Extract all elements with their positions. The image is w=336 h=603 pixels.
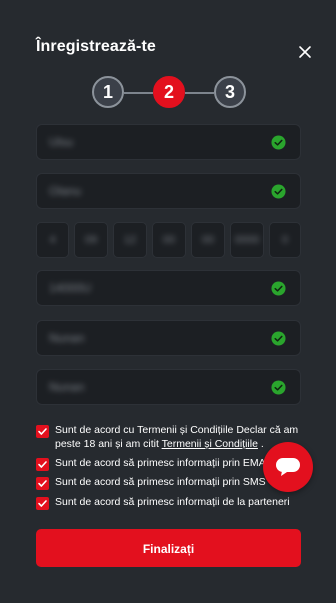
- terms-link[interactable]: Termenii și Condițiile: [162, 438, 258, 450]
- finish-button[interactable]: Finalizați: [36, 529, 301, 567]
- date-of-birth-fields: 4 09 12 00 00 0000 0: [36, 222, 301, 258]
- step-3[interactable]: 3: [214, 76, 246, 108]
- step-connector: [185, 92, 214, 94]
- terms-consent-text: Sunt de acord cu Termenii și Condițiile …: [55, 424, 299, 450]
- field-value: Nunan: [49, 380, 85, 394]
- check-circle-icon: [271, 331, 286, 346]
- partners-consent-label: Sunt de acord să primesc informații de l…: [55, 496, 290, 508]
- check-circle-icon: [271, 135, 286, 150]
- email-consent-label: Sunt de acord să primesc informații prin…: [55, 457, 275, 469]
- close-icon[interactable]: [297, 44, 313, 60]
- live-chat-button[interactable]: [263, 442, 313, 492]
- last-name-field[interactable]: Olanu: [36, 173, 301, 209]
- partners-consent-checkbox[interactable]: [36, 497, 49, 510]
- check-circle-icon: [271, 184, 286, 199]
- field-value: Ulsu: [49, 135, 74, 149]
- date-part-field[interactable]: 0000: [230, 222, 264, 258]
- step-1[interactable]: 1: [92, 76, 124, 108]
- checkmark-icon: [38, 461, 47, 468]
- step-connector: [124, 92, 153, 94]
- address-field[interactable]: Nunan: [36, 320, 301, 356]
- field-value: 14000U: [49, 281, 92, 295]
- first-name-field[interactable]: Ulsu: [36, 124, 301, 160]
- checkmark-icon: [38, 428, 47, 435]
- date-part-field[interactable]: 12: [113, 222, 147, 258]
- date-part-field[interactable]: 0: [269, 222, 301, 258]
- checkmark-icon: [38, 500, 47, 507]
- sms-consent-label: Sunt de acord să primesc informații prin…: [55, 476, 266, 488]
- checkmark-icon: [38, 480, 47, 487]
- email-consent-checkbox[interactable]: [36, 458, 49, 471]
- date-part-field[interactable]: 09: [74, 222, 108, 258]
- sms-consent: Sunt de acord să primesc informații prin…: [36, 476, 266, 490]
- city-field[interactable]: 14000U: [36, 270, 301, 306]
- date-part-field[interactable]: 00: [191, 222, 225, 258]
- field-value: Nunan: [49, 331, 85, 345]
- page-title: Înregistrează-te: [36, 38, 156, 55]
- check-circle-icon: [271, 380, 286, 395]
- field-value: Olanu: [49, 184, 82, 198]
- step-2[interactable]: 2: [153, 76, 185, 108]
- chat-bubble-icon: [276, 458, 300, 476]
- check-circle-icon: [271, 281, 286, 296]
- registration-stepper: 1 2 3: [92, 76, 246, 110]
- email-consent: Sunt de acord să primesc informații prin…: [36, 457, 274, 471]
- terms-checkbox[interactable]: [36, 425, 49, 438]
- sms-consent-checkbox[interactable]: [36, 477, 49, 490]
- partners-consent: Sunt de acord să primesc informații de l…: [36, 496, 290, 510]
- county-field[interactable]: Nunan: [36, 369, 301, 405]
- date-part-field[interactable]: 00: [152, 222, 186, 258]
- date-part-field[interactable]: 4: [36, 222, 69, 258]
- terms-consent: Sunt de acord cu Termenii și Condițiile …: [36, 424, 298, 451]
